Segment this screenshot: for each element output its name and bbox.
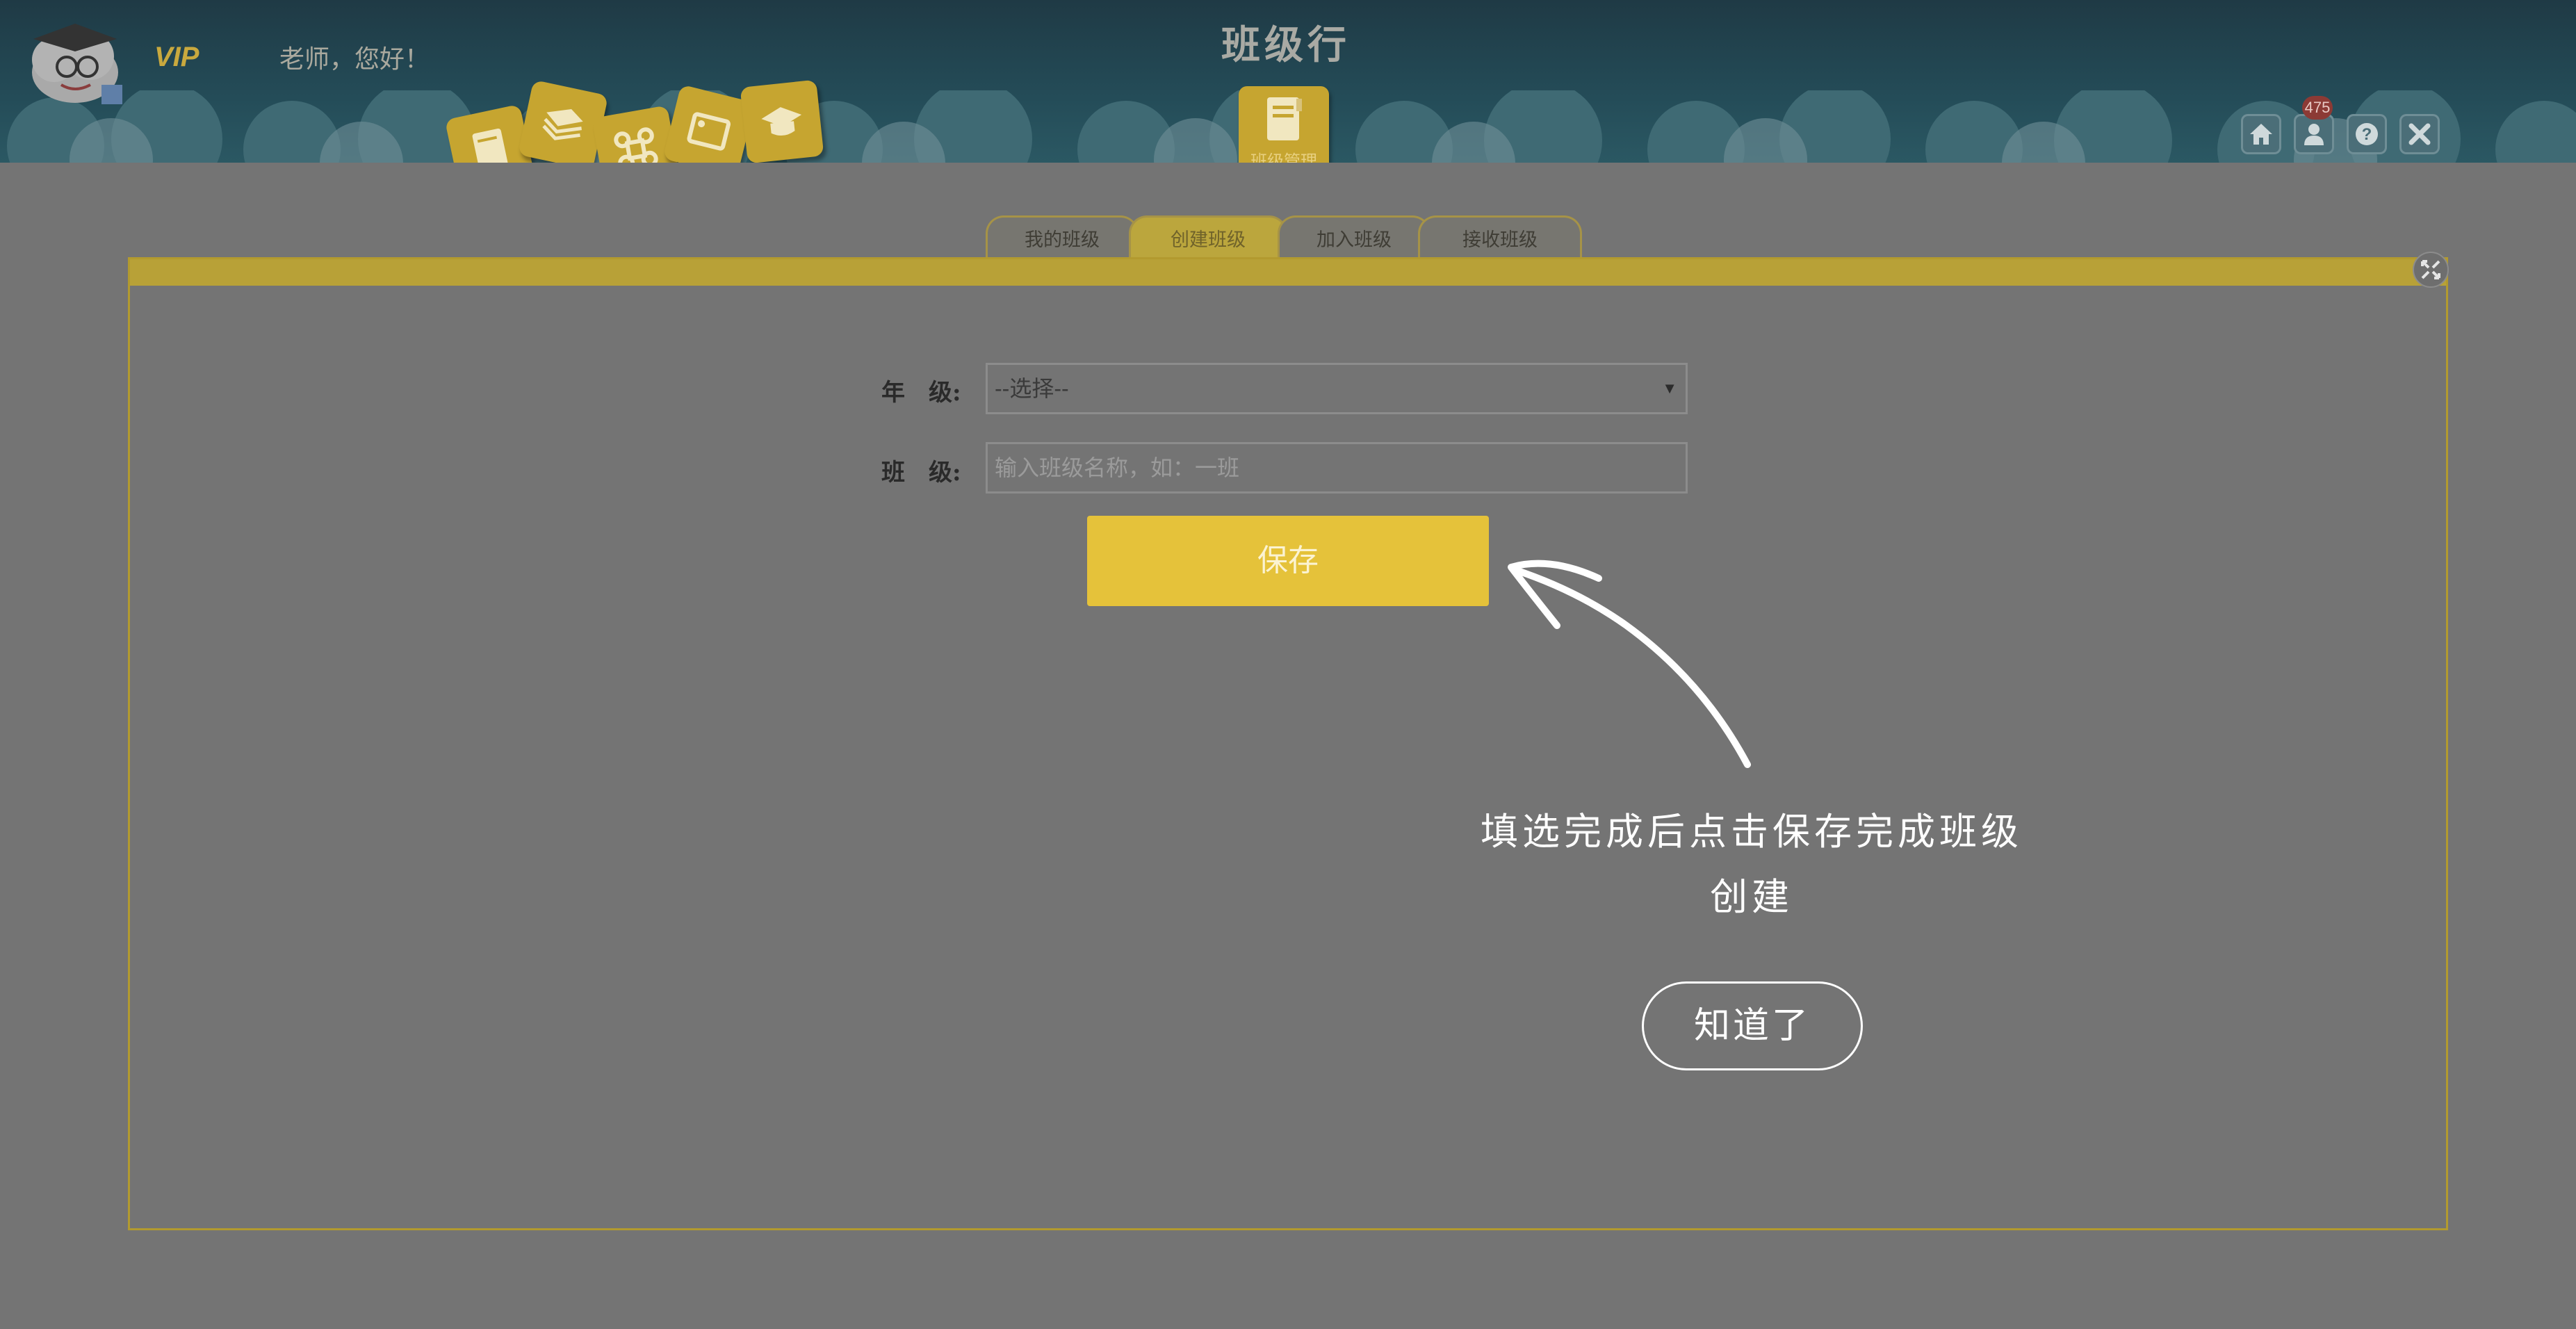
notebook-icon	[1267, 97, 1302, 140]
class-management-tile[interactable]: 班级管理	[1239, 86, 1329, 163]
hint-line-1: 填选完成后点击保存完成班级	[1481, 810, 2023, 854]
cap-tile[interactable]	[740, 79, 824, 163]
tab-receive-class[interactable]: 接收班级	[1418, 215, 1582, 259]
help-button[interactable]: ?	[2347, 114, 2387, 154]
vip-badge: VIP	[154, 42, 199, 72]
cap-icon	[761, 107, 802, 136]
books-icon	[542, 109, 583, 140]
grade-select[interactable]: --选择-- ▼	[986, 363, 1688, 414]
command-icon	[614, 127, 658, 163]
tab-create-class[interactable]: 创建班级	[1129, 215, 1287, 259]
help-icon: ?	[2356, 123, 2378, 145]
svg-text:?: ?	[2362, 125, 2372, 144]
hint-line-2: 创建	[1710, 875, 1793, 919]
app-header: VIP 老师，您好！ 班级行 班级管理 475 ?	[0, 0, 2576, 163]
save-button[interactable]: 保存	[1087, 516, 1489, 606]
expand-button[interactable]	[2413, 252, 2449, 288]
panel-header-bar	[130, 259, 2446, 286]
class-name-input[interactable]: 输入班级名称，如：一班	[986, 442, 1688, 494]
user-icon	[2304, 124, 2324, 145]
home-button[interactable]	[2241, 114, 2281, 154]
tag-icon	[687, 112, 731, 151]
home-icon	[2250, 124, 2272, 145]
close-icon	[2408, 123, 2431, 145]
chevron-down-icon: ▼	[1662, 380, 1677, 397]
hint-text: 填选完成后点击保存完成班级 创建	[1425, 799, 2078, 930]
app-title: 班级行	[1221, 23, 1351, 68]
class-management-label: 班级管理	[1250, 152, 1317, 163]
grade-label: 年 级:	[881, 379, 961, 407]
user-button[interactable]: 475	[2294, 96, 2334, 154]
greeting-text: 老师，您好！	[279, 44, 430, 73]
hint-arrow	[1508, 560, 1751, 768]
got-it-button[interactable]: 知道了	[1642, 981, 1863, 1070]
close-button[interactable]	[2399, 114, 2440, 154]
avatar[interactable]	[26, 18, 131, 108]
class-label: 班 级:	[881, 459, 961, 487]
expand-icon	[2421, 260, 2440, 279]
tab-my-class[interactable]: 我的班级	[986, 215, 1139, 259]
tab-join-class[interactable]: 加入班级	[1278, 215, 1430, 259]
notebook-icon	[472, 128, 508, 163]
notification-badge: 475	[2302, 96, 2333, 120]
grade-select-value: --选择--	[995, 376, 1069, 401]
